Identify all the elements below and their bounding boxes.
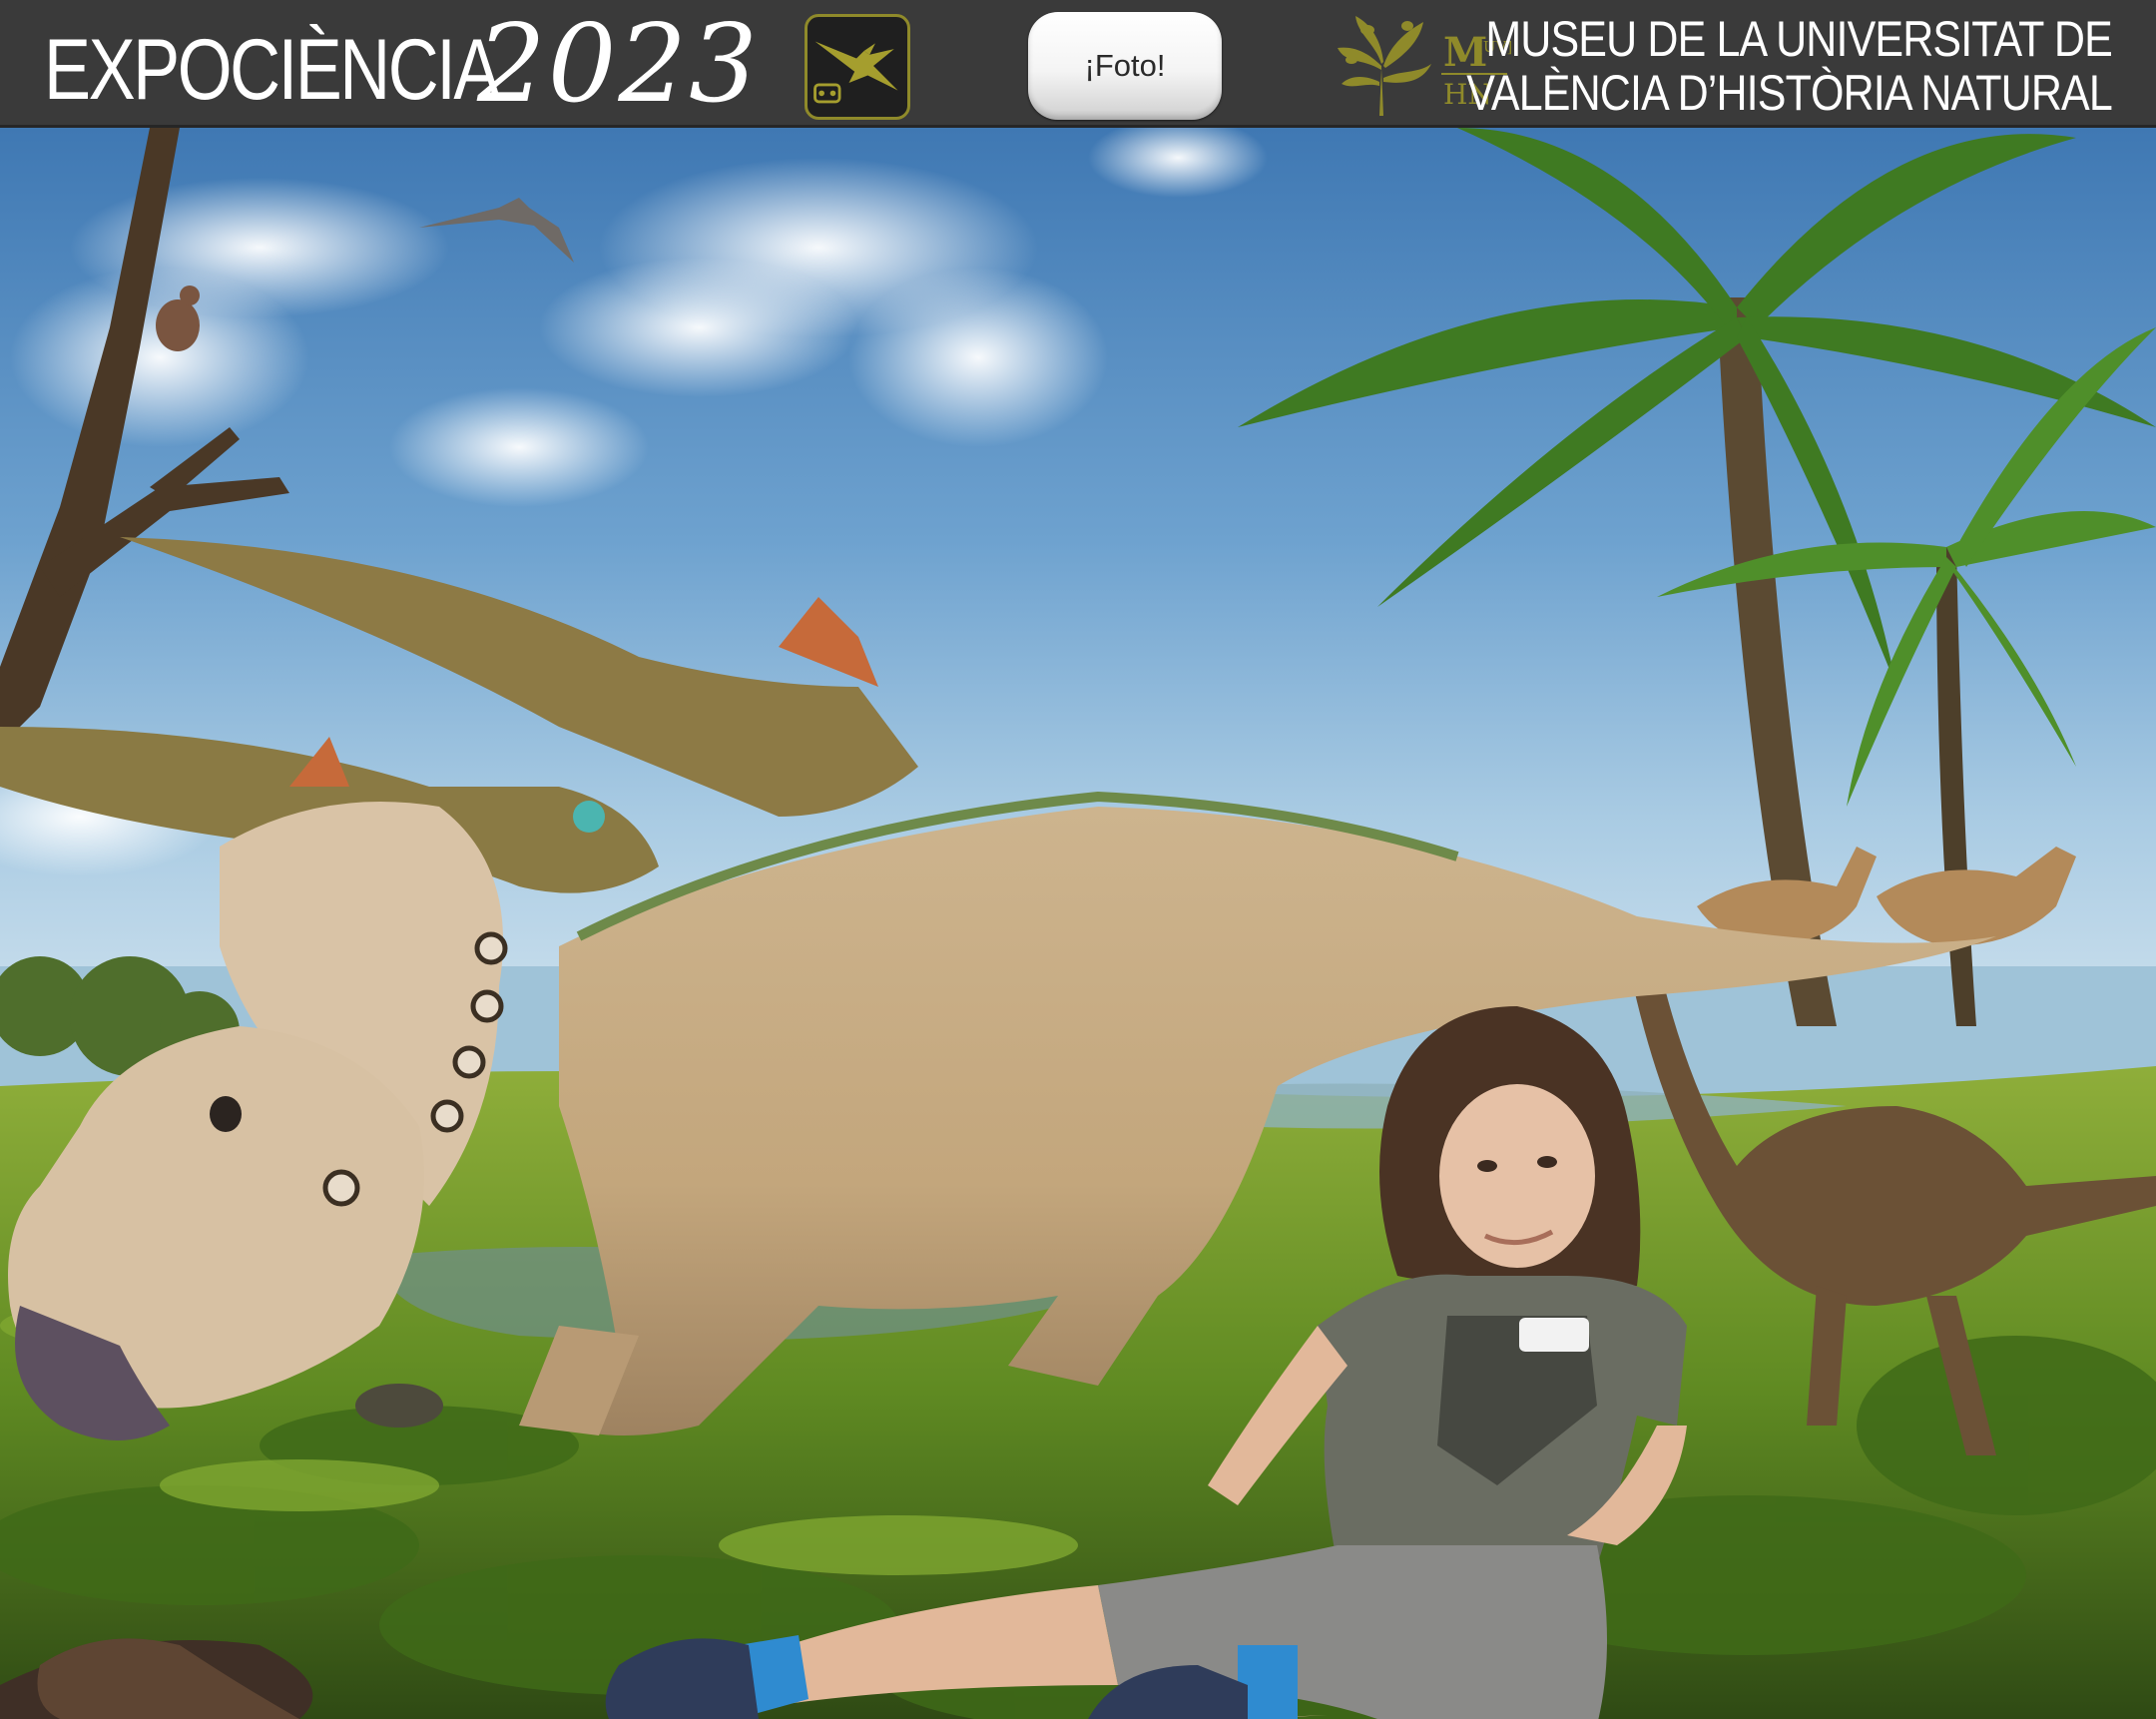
top-bar: EXPOCIÈNCIA 2023 ¡Foto! M [UV] HN MUSEU … <box>0 0 2156 128</box>
photo-button[interactable]: ¡Foto! <box>1028 12 1222 120</box>
museum-name-line-2: VALÈNCIA D’HISTÒRIA NATURAL <box>1466 65 2112 121</box>
pterosaur-vr-icon[interactable] <box>805 14 910 120</box>
photobooth-app: EXPOCIÈNCIA 2023 ¡Foto! M [UV] HN MUSEU … <box>0 0 2156 1719</box>
museum-name: MUSEU DE LA UNIVERSITAT DE VALÈNCIA D’HI… <box>1361 12 2112 120</box>
museum-name-line-1: MUSEU DE LA UNIVERSITAT DE <box>1485 11 2112 67</box>
photo-scene <box>0 128 2156 1719</box>
turtle <box>355 1384 443 1428</box>
event-year: 2023 <box>477 2 760 127</box>
event-title: EXPOCIÈNCIA <box>44 22 500 118</box>
